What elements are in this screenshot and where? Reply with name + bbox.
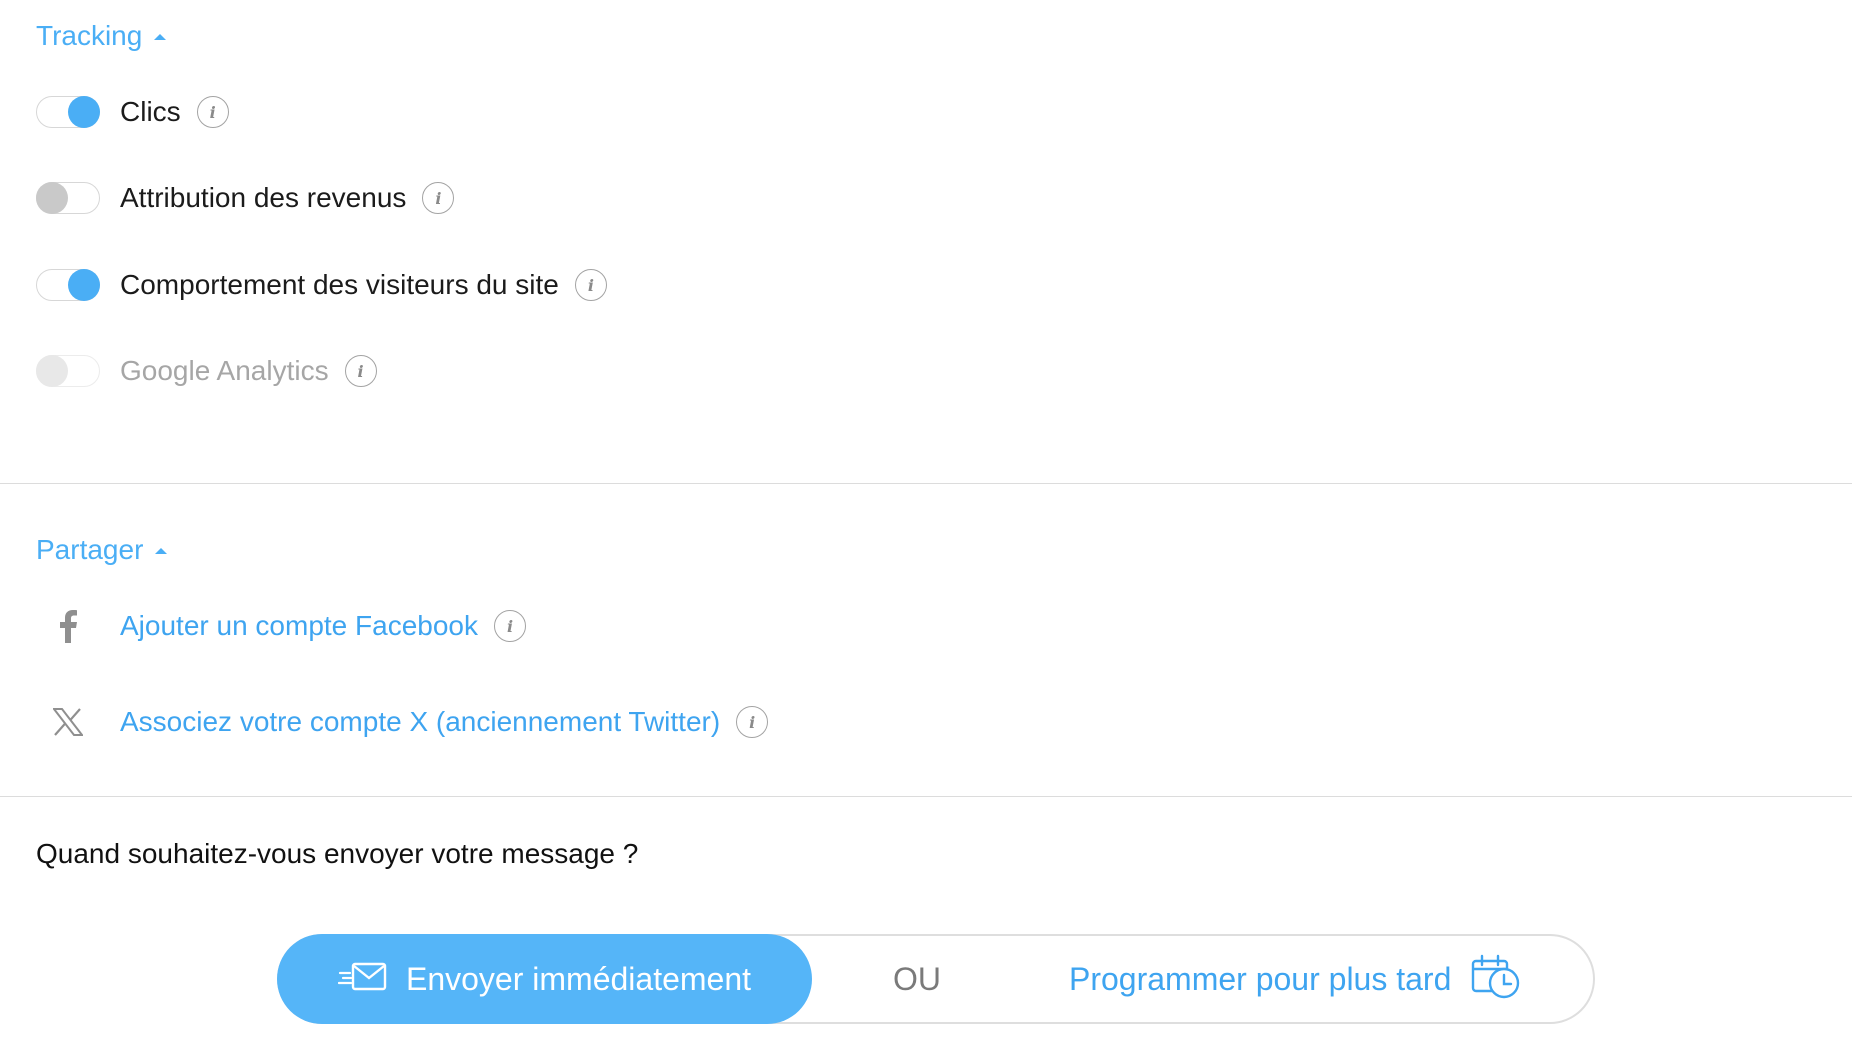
tracking-row-visitor-behavior: Comportement des visiteurs du site i [36, 265, 607, 305]
send-now-label: Envoyer immédiatement [405, 960, 752, 997]
google-analytics-toggle[interactable] [36, 355, 100, 387]
info-icon[interactable]: i [736, 706, 769, 738]
section-divider [0, 796, 1852, 797]
schedule-later-label: Programmer pour plus tard [1069, 960, 1452, 997]
tracking-section-title: Tracking [36, 20, 143, 51]
envelope-send-icon [337, 962, 388, 997]
tracking-row-google-analytics: Google Analytics i [36, 351, 377, 391]
or-separator: OU [893, 960, 941, 997]
link-x-account-link[interactable]: Associez votre compte X (anciennement Tw… [120, 706, 720, 738]
info-icon[interactable]: i [196, 96, 229, 128]
calendar-clock-icon [1471, 954, 1521, 1005]
tracking-row-revenue-attribution: Attribution des revenus i [36, 178, 455, 218]
info-icon[interactable]: i [422, 182, 455, 214]
schedule-later-button[interactable]: Programmer pour plus tard [1069, 936, 1521, 1022]
send-now-button[interactable]: Envoyer immédiatement [277, 934, 812, 1024]
google-analytics-label: Google Analytics [120, 355, 329, 386]
revenue-attribution-label: Attribution des revenus [120, 182, 407, 213]
visitor-behavior-toggle[interactable] [36, 269, 100, 301]
facebook-icon [36, 609, 100, 643]
info-icon[interactable]: i [493, 610, 526, 642]
share-section-title: Partager [36, 534, 144, 565]
revenue-attribution-toggle[interactable] [36, 182, 100, 214]
tracking-section-toggle[interactable]: Tracking [36, 20, 167, 52]
send-time-question: Quand souhaitez-vous envoyer votre messa… [36, 838, 639, 869]
caret-up-icon [154, 34, 167, 40]
share-section-toggle[interactable]: Partager [36, 534, 168, 566]
share-row-facebook: Ajouter un compte Facebook i [36, 606, 526, 646]
x-logo-icon [36, 708, 100, 736]
section-divider [0, 483, 1852, 484]
send-options: Envoyer immédiatement OU Programmer pour… [277, 934, 1595, 1024]
share-row-x: Associez votre compte X (anciennement Tw… [36, 702, 769, 742]
info-icon[interactable]: i [574, 269, 607, 301]
clics-toggle[interactable] [36, 96, 100, 128]
clics-label: Clics [120, 96, 181, 127]
caret-up-icon [155, 548, 168, 554]
tracking-row-clics: Clics i [36, 92, 229, 132]
visitor-behavior-label: Comportement des visiteurs du site [120, 269, 559, 300]
add-facebook-account-link[interactable]: Ajouter un compte Facebook [120, 610, 478, 642]
info-icon[interactable]: i [344, 355, 377, 387]
